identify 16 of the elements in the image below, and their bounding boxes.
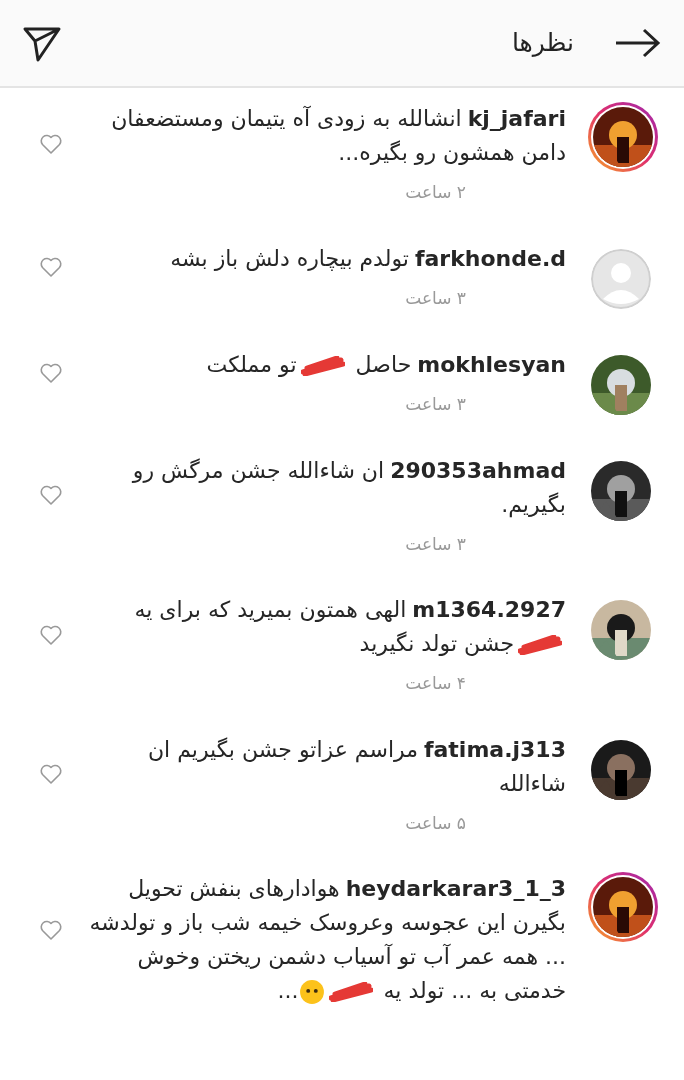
comment-time: ۴ ساعت [404,672,466,695]
comment-time: ۳ ساعت [404,286,466,310]
redaction-scribble [300,355,345,376]
back-arrow-icon[interactable] [614,27,662,59]
comment-time: ۲ ساعت [404,181,466,204]
redaction-scribble [518,635,562,655]
page-title: نظرها [510,27,574,60]
default-avatar-icon [591,248,651,309]
redaction-scribble [328,982,373,1002]
emoji-icon [298,979,325,1005]
comment-time: ۳ ساعت [404,532,466,556]
heart-icon[interactable] [38,762,64,787]
heart-icon[interactable] [38,918,64,942]
comment-time: ۳ ساعت [404,392,466,416]
heart-icon[interactable] [38,483,64,508]
comment-time: ۵ ساعت [404,811,466,835]
